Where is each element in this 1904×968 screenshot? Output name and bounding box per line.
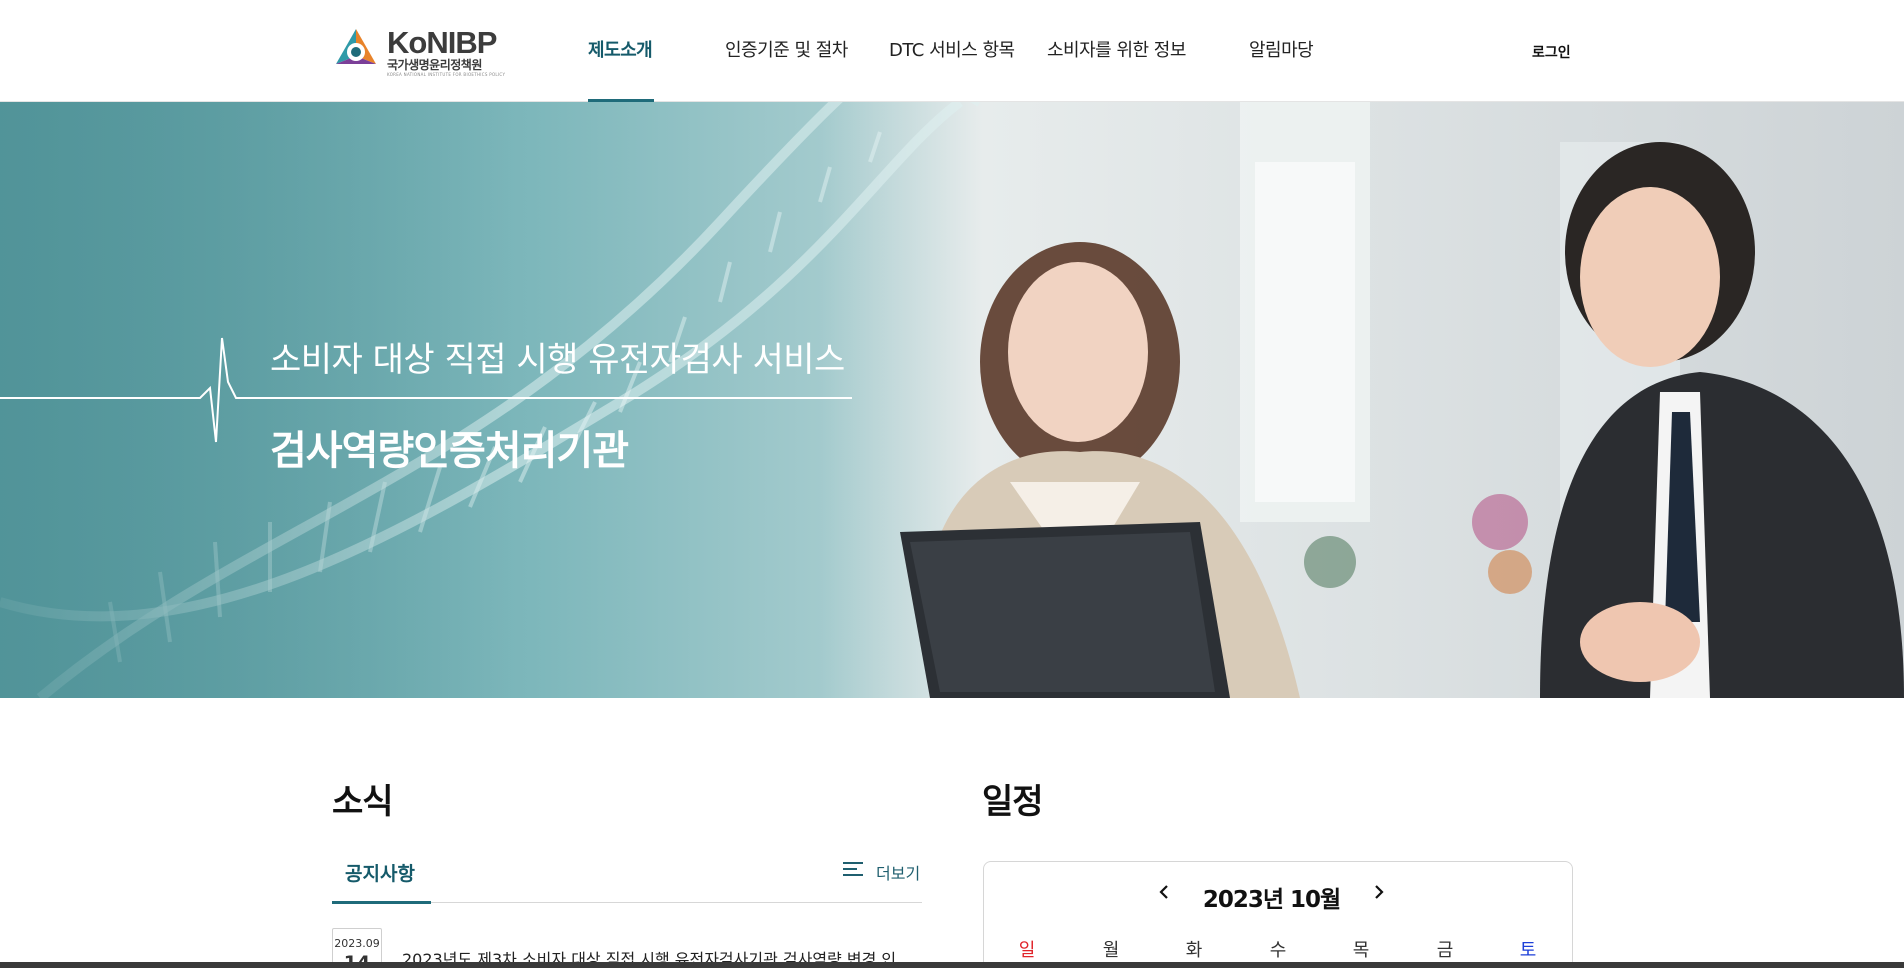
nav-item-certification-criteria[interactable]: 인증기준 및 절차 bbox=[725, 36, 848, 62]
hero-subtitle: 소비자 대상 직접 시행 유전자검사 서비스 bbox=[270, 340, 845, 380]
nav-item-consumer-info[interactable]: 소비자를 위한 정보 bbox=[1047, 36, 1186, 62]
schedule-heading: 일정 bbox=[982, 782, 1044, 822]
weekday-sat: 토 bbox=[1519, 940, 1537, 961]
logo-subtitle: 국가생명윤리정책원 bbox=[387, 58, 482, 72]
weekday-sun: 일 bbox=[1018, 940, 1036, 961]
weekday-wed: 수 bbox=[1269, 940, 1287, 961]
weekday-mon: 월 bbox=[1102, 940, 1120, 961]
login-link[interactable]: 로그인 bbox=[1532, 42, 1571, 62]
hero-background-image bbox=[0, 102, 1904, 698]
calendar-month: 2023년 10월 bbox=[1202, 887, 1341, 913]
chevron-left-icon[interactable] bbox=[1154, 880, 1174, 904]
nav-item-dtc-services[interactable]: DTC 서비스 항목 bbox=[889, 36, 1015, 62]
site-logo[interactable]: KoNIBP 국가생명윤리정책원 KOREA NATIONAL INSTITUT… bbox=[332, 25, 506, 77]
weekday-thu: 목 bbox=[1352, 940, 1370, 961]
scrollbar-thumb[interactable] bbox=[48, 962, 1904, 968]
horizontal-scrollbar[interactable] bbox=[0, 962, 1904, 968]
more-label: 더보기 bbox=[876, 864, 921, 883]
news-heading: 소식 bbox=[332, 782, 394, 822]
list-menu-icon bbox=[843, 862, 863, 876]
calendar: 2023년 10월 일 월 화 수 목 금 토 bbox=[983, 861, 1573, 968]
weekday-tue: 화 bbox=[1185, 940, 1203, 961]
logo-wordmark: KoNIBP bbox=[387, 25, 497, 60]
logo-tagline: KOREA NATIONAL INSTITUTE FOR BIOETHICS P… bbox=[387, 72, 506, 77]
date-year-month: 2023.09 bbox=[334, 937, 380, 950]
scrollbar-track-start bbox=[0, 962, 48, 968]
site-header: KoNIBP 국가생명윤리정책원 KOREA NATIONAL INSTITUT… bbox=[0, 0, 1904, 102]
nav-item-system-intro[interactable]: 제도소개 bbox=[588, 36, 653, 62]
nav-item-notice-board[interactable]: 알림마당 bbox=[1249, 36, 1314, 62]
konibp-logo-icon bbox=[336, 29, 376, 64]
tab-active-indicator bbox=[332, 901, 431, 904]
hero-title: 검사역량인증처리기관 bbox=[270, 428, 629, 474]
hero-banner: 소비자 대상 직접 시행 유전자검사 서비스 검사역량인증처리기관 bbox=[0, 102, 1904, 698]
chevron-right-icon[interactable] bbox=[1369, 880, 1389, 904]
tab-notices[interactable]: 공지사항 bbox=[345, 859, 415, 886]
weekday-fri: 금 bbox=[1436, 940, 1454, 961]
